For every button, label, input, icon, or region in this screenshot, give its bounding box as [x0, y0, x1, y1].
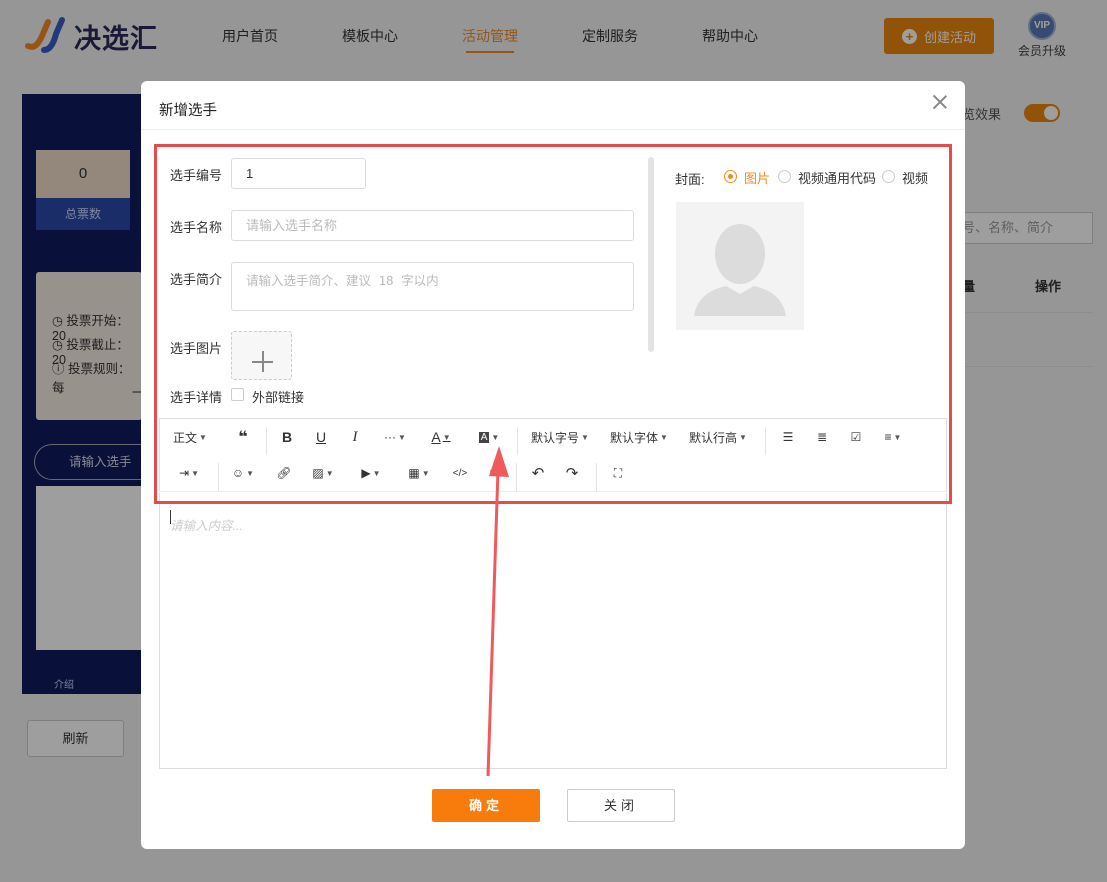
external-link-label[interactable]: 外部链接 [252, 387, 304, 406]
avatar-silhouette-icon [694, 224, 786, 316]
bold-icon[interactable]: B [274, 419, 300, 455]
add-player-modal: 新增选手 选手编号 1 选手名称 请输入选手名称 选手简介 请输入选手简介、建议… [141, 81, 965, 849]
rich-text-editor[interactable]: 请输入内容... [159, 493, 947, 769]
bulleted-list-icon[interactable]: ☰ [776, 419, 800, 455]
cover-option-image-label[interactable]: 图片 [744, 168, 770, 187]
font-family-dropdown[interactable]: 默认字体 ▼ [609, 419, 669, 455]
quote-icon[interactable]: ❝ [228, 419, 258, 455]
modal-title: 新增选手 [159, 103, 217, 119]
cover-option-video-label[interactable]: 视频 [902, 168, 928, 187]
player-number-input[interactable]: 1 [231, 158, 366, 189]
confirm-button[interactable]: 确定 [432, 789, 540, 822]
emoji-icon[interactable]: ☺ ▼ [228, 455, 258, 491]
player-intro-label: 选手简介 [170, 272, 223, 287]
player-name-label: 选手名称 [170, 220, 223, 235]
close-icon[interactable] [931, 93, 949, 111]
font-size-dropdown[interactable]: 默认字号 ▼ [530, 419, 590, 455]
close-button[interactable]: 关闭 [567, 789, 675, 822]
indent-icon[interactable]: ⇥ ▼ [174, 455, 204, 491]
underline-icon[interactable]: U [308, 419, 334, 455]
font-color-icon[interactable]: A ▼ [426, 419, 456, 455]
player-intro-textarea[interactable]: 请输入选手简介、建议 18 字以内 [231, 262, 634, 311]
numbered-list-icon[interactable]: ≣ [810, 419, 834, 455]
external-link-checkbox[interactable] [231, 388, 244, 401]
form-scrollbar[interactable] [648, 157, 654, 352]
cover-option-video-code-label[interactable]: 视频通用代码 [798, 168, 876, 187]
player-number-label: 选手编号 [170, 168, 223, 183]
image-icon[interactable]: ▨ ▼ [308, 455, 338, 491]
more-styles-icon[interactable]: ··· ▼ [380, 419, 410, 455]
undo-icon[interactable]: ↶ [526, 455, 550, 491]
player-detail-label: 选手详情 [170, 390, 223, 405]
table-icon[interactable]: ▦ ▼ [404, 455, 434, 491]
player-image-label: 选手图片 [170, 341, 223, 356]
redo-icon[interactable]: ↷ [560, 455, 584, 491]
link-icon[interactable]: 🔗︎ [272, 455, 296, 491]
code-icon[interactable]: </> [448, 455, 472, 491]
cover-option-image-radio[interactable] [724, 170, 737, 183]
fullscreen-icon[interactable]: ⛶ [606, 455, 630, 491]
image-upload-button[interactable] [231, 331, 292, 380]
paragraph-dropdown[interactable]: 正文 ▼ [170, 419, 210, 455]
cover-label: 封面: [675, 172, 705, 187]
italic-icon[interactable]: I [342, 419, 368, 455]
editor-placeholder: 请输入内容... [170, 519, 243, 533]
cover-option-video-radio[interactable] [882, 170, 895, 183]
todo-checkbox-icon[interactable]: ☑ [844, 419, 868, 455]
editor-toolbar: 正文 ▼ ❝ B U I ··· ▼ A ▼ A ▼ 默认字号 ▼ 默认字体 ▼ 默认行高 ▼… [159, 418, 947, 492]
modal-divider [141, 129, 965, 130]
player-name-input[interactable]: 请输入选手名称 [231, 210, 634, 241]
divider-icon[interactable]: ≡ [482, 455, 504, 491]
cover-option-video-code-radio[interactable] [778, 170, 791, 183]
cover-placeholder-avatar[interactable] [676, 202, 804, 330]
align-icon[interactable]: ≡ ▼ [878, 419, 908, 455]
background-color-icon[interactable]: A ▼ [474, 419, 504, 455]
line-height-dropdown[interactable]: 默认行高 ▼ [688, 419, 748, 455]
video-icon[interactable]: ▶ ▼ [356, 455, 386, 491]
